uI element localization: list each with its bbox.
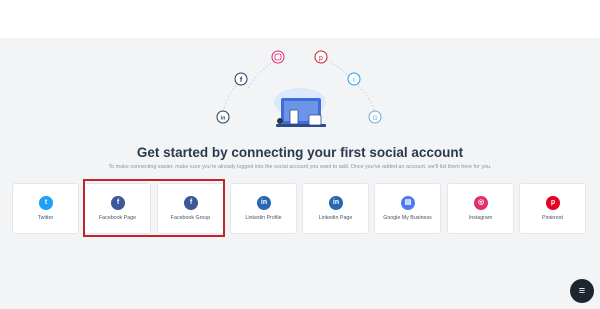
- card-label: Facebook Group: [170, 215, 211, 221]
- menu-button[interactable]: ≡: [570, 279, 594, 303]
- connect-linkedin-profile-card[interactable]: in Linkedin Profile: [230, 183, 297, 234]
- connect-pinterest-card[interactable]: p Pinterest: [519, 183, 586, 234]
- facebook-icon: f: [234, 72, 248, 86]
- connect-twitter-card[interactable]: t Twitter: [12, 183, 79, 234]
- connect-facebook-page-card[interactable]: f Facebook Page: [84, 183, 151, 234]
- page-subtitle: To make connecting easier, make sure you…: [108, 164, 492, 170]
- linkedin-icon: in: [216, 110, 230, 124]
- card-label: Google My Business: [383, 215, 432, 221]
- linkedin-icon: in: [257, 196, 271, 210]
- twitter-icon: t: [39, 196, 53, 210]
- facebook-icon: f: [184, 196, 198, 210]
- page-title: Get started by connecting your first soc…: [136, 145, 464, 160]
- connect-google-my-business-card[interactable]: ▤ Google My Business: [374, 183, 441, 234]
- card-label: Instagram: [468, 215, 493, 221]
- svg-text:G: G: [372, 115, 377, 122]
- card-label: Pinterest: [542, 215, 563, 221]
- twitter-icon: t: [347, 72, 361, 86]
- connect-facebook-group-card[interactable]: f Facebook Group: [157, 183, 224, 234]
- hero-illustration: p f t in G: [0, 0, 600, 140]
- pinterest-icon: p: [546, 196, 560, 210]
- google-icon: G: [368, 110, 382, 124]
- svg-text:in: in: [221, 116, 227, 122]
- svg-text:p: p: [319, 55, 323, 62]
- instagram-icon: ◎: [474, 196, 488, 210]
- card-label: Facebook Page: [98, 215, 137, 221]
- linkedin-icon: in: [329, 196, 343, 210]
- google-my-business-icon: ▤: [401, 196, 415, 210]
- instagram-icon: [271, 50, 285, 64]
- facebook-icon: f: [111, 196, 125, 210]
- menu-icon: ≡: [578, 285, 586, 297]
- connect-linkedin-page-card[interactable]: in Linkedin Page: [302, 183, 369, 234]
- card-label: Twitter: [37, 215, 54, 221]
- connect-instagram-card[interactable]: ◎ Instagram: [447, 183, 514, 234]
- card-label: Linkedin Page: [318, 215, 353, 221]
- card-label: Linkedin Profile: [245, 215, 282, 221]
- pinterest-icon: p: [314, 50, 328, 64]
